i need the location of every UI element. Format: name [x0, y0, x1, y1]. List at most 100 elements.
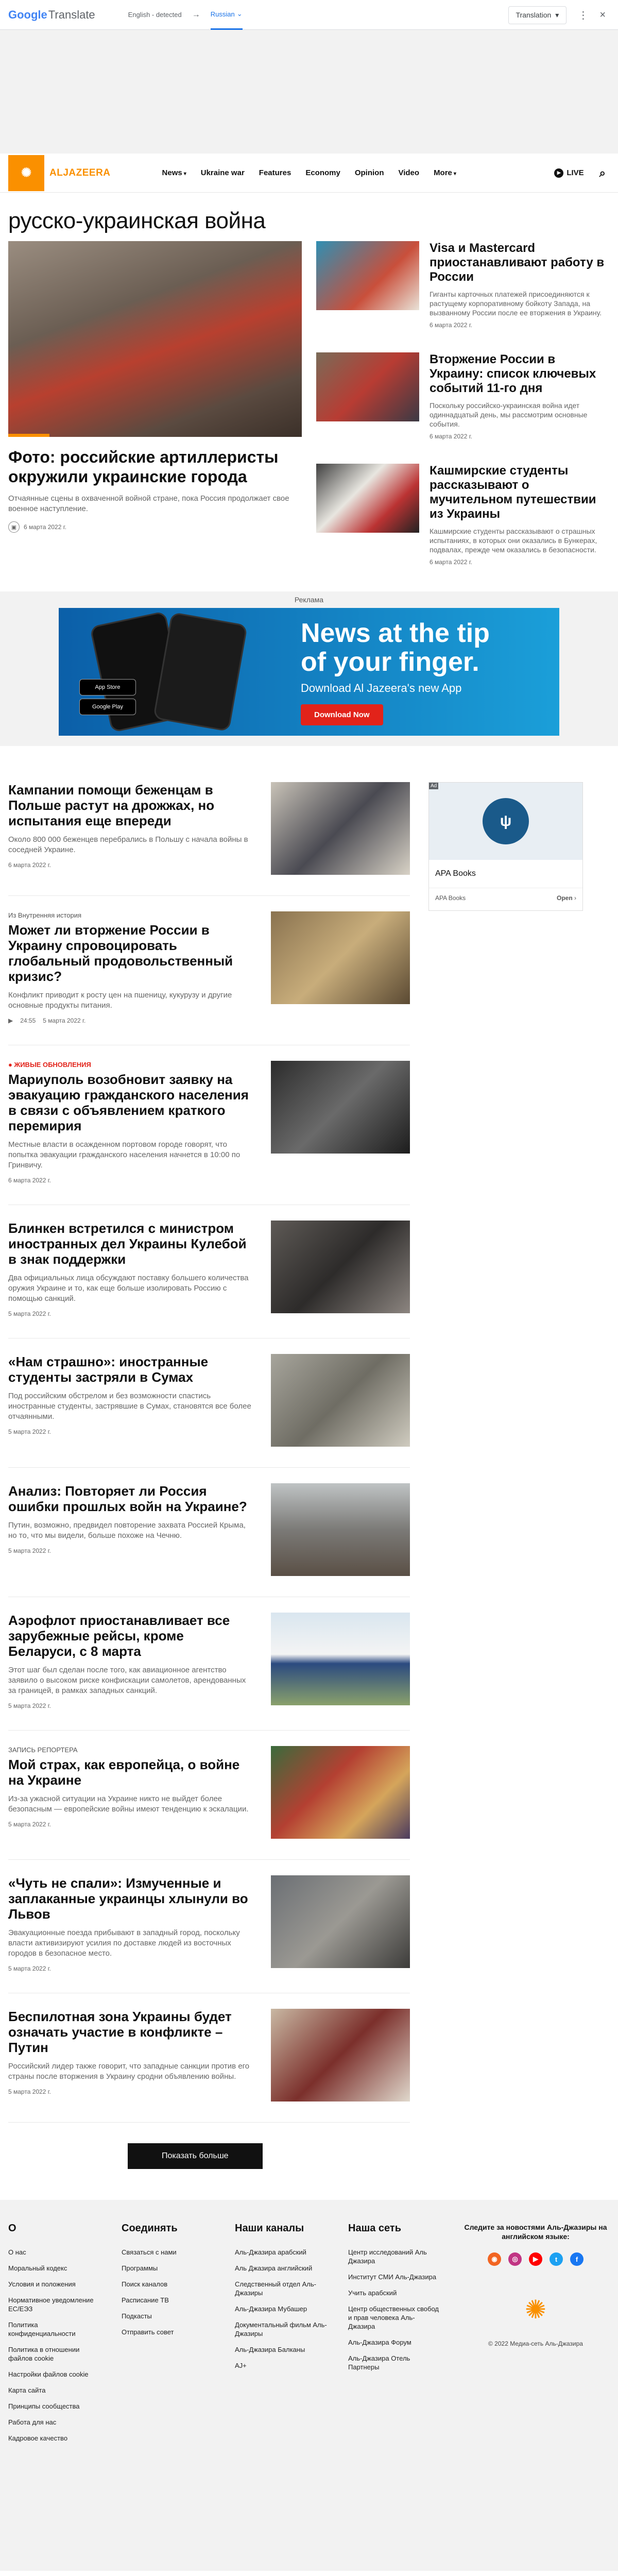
footer-link[interactable]: Аль-Джазира Мубашер [235, 2304, 328, 2313]
footer-link[interactable]: Центр исследований Аль Джазира [348, 2248, 441, 2265]
article-item[interactable]: «Нам страшно»: иностранные студенты заст… [8, 1354, 410, 1468]
article-title[interactable]: «Чуть не спали»: Измученные и заплаканны… [8, 1875, 253, 1922]
logo-text[interactable]: ALJAZEERA [49, 167, 111, 179]
footer-link[interactable]: Аль-Джазира Балканы [235, 2345, 328, 2354]
article-title[interactable]: Аэрофлот приостанавливает все зарубежные… [8, 1613, 253, 1659]
side-article[interactable]: Кашмирские студенты рассказывают о мучит… [316, 464, 610, 566]
nav-item-features[interactable]: Features [259, 168, 291, 177]
footer-link[interactable]: Программы [122, 2264, 214, 2273]
nav-item-ukraine-war[interactable]: Ukraine war [201, 168, 245, 177]
article-item[interactable]: Аэрофлот приостанавливает все зарубежные… [8, 1613, 410, 1731]
footer-link[interactable]: Нормативное уведомление ЕС/ЕЭЗ [8, 2296, 101, 2313]
article-item[interactable]: Блинкен встретился с министром иностранн… [8, 1221, 410, 1338]
article-image[interactable] [271, 1875, 410, 1968]
side-article-image[interactable] [316, 352, 419, 421]
close-icon[interactable]: × [599, 9, 606, 21]
aljazeera-footer-logo-icon[interactable]: ✺ [518, 2286, 554, 2333]
article-image[interactable] [271, 1061, 410, 1154]
footer-link[interactable]: Аль-Джазира арабский [235, 2248, 328, 2257]
footer-link[interactable]: Политика конфиденциальности [8, 2320, 101, 2338]
twitter-icon[interactable]: t [550, 2252, 563, 2266]
article-image[interactable] [271, 1613, 410, 1705]
footer-link[interactable]: Карта сайта [8, 2386, 101, 2395]
sidebar-ad[interactable]: Ad ψ APA Books APA Books Open › [428, 782, 583, 911]
article-title[interactable]: Беспилотная зона Украины будет означать … [8, 2009, 253, 2055]
facebook-icon[interactable]: f [570, 2252, 583, 2266]
article-image[interactable] [271, 782, 410, 875]
side-article-title[interactable]: Вторжение России в Украину: список ключе… [430, 352, 610, 396]
footer-link[interactable]: Связаться с нами [122, 2248, 214, 2257]
google-translate-logo[interactable]: Google Translate [8, 8, 95, 22]
nav-item-economy[interactable]: Economy [305, 168, 340, 177]
footer-link[interactable]: Принципы сообщества [8, 2402, 101, 2411]
article-image[interactable] [271, 1483, 410, 1576]
footer-link[interactable]: Расписание ТВ [122, 2296, 214, 2304]
article-kicker[interactable]: Из Внутренняя история [8, 911, 253, 919]
footer-link[interactable]: О нас [8, 2248, 101, 2257]
article-title[interactable]: Мой страх, как европейца, о войне на Укр… [8, 1757, 253, 1788]
footer-link[interactable]: Настройки файлов cookie [8, 2370, 101, 2379]
nav-item-more[interactable]: More ▾ [434, 168, 456, 177]
article-image[interactable] [271, 1221, 410, 1313]
footer-link[interactable]: Подкасты [122, 2312, 214, 2320]
nav-item-opinion[interactable]: Opinion [355, 168, 384, 177]
article-image[interactable] [271, 1746, 410, 1839]
rss-icon[interactable]: ◉ [488, 2252, 501, 2266]
nav-item-video[interactable]: Video [398, 168, 419, 177]
source-language[interactable]: English - detected [128, 11, 182, 19]
side-article[interactable]: Вторжение России в Украину: список ключе… [316, 352, 610, 448]
article-title[interactable]: Кампании помощи беженцам в Польше растут… [8, 782, 253, 828]
footer-link[interactable]: Политика в отношении файлов cookie [8, 2345, 101, 2363]
footer-link[interactable]: Моральный кодекс [8, 2264, 101, 2273]
footer-link[interactable]: Отправить совет [122, 2328, 214, 2336]
footer-link[interactable]: Учить арабский [348, 2289, 441, 2297]
side-article[interactable]: Visa и Mastercard приостанавливают работ… [316, 241, 610, 337]
article-item[interactable]: «Чуть не спали»: Измученные и заплаканны… [8, 1875, 410, 1993]
article-item[interactable]: ● ЖИВЫЕ ОБНОВЛЕНИЯ Мариуполь возобновит з… [8, 1061, 410, 1205]
app-store-badge[interactable]: App Store [79, 679, 136, 696]
translation-button[interactable]: Translation ▾ [508, 6, 567, 24]
article-kicker[interactable]: ЗАПИСЬ РЕПОРТЕРА [8, 1746, 253, 1754]
article-image[interactable] [271, 911, 410, 1004]
footer-link[interactable]: Следственный отдел Аль-Джазиры [235, 2280, 328, 2297]
article-title[interactable]: Может ли вторжение России в Украину спро… [8, 922, 253, 984]
article-item[interactable]: Кампании помощи беженцам в Польше растут… [8, 782, 410, 896]
live-button[interactable]: ▶ LIVE [554, 168, 584, 178]
article-image[interactable] [271, 2009, 410, 2102]
article-title[interactable]: Анализ: Повторяет ли Россия ошибки прошл… [8, 1483, 253, 1514]
hero-article[interactable]: Фото: российские артиллеристы окружили у… [8, 241, 302, 571]
nav-item-news[interactable]: News ▾ [162, 168, 186, 177]
footer-link[interactable]: Кадровое качество [8, 2434, 101, 2443]
target-language[interactable]: Russian ⌄ [210, 0, 243, 30]
footer-link[interactable]: Аль-Джазира Форум [348, 2338, 441, 2347]
show-more-button[interactable]: Показать больше [128, 2143, 263, 2169]
google-play-badge[interactable]: Google Play [79, 699, 136, 715]
article-item[interactable]: Из Внутренняя история Может ли вторжение … [8, 911, 410, 1045]
instagram-icon[interactable]: ◎ [508, 2252, 522, 2266]
footer-link[interactable]: Институт СМИ Аль-Джазира [348, 2273, 441, 2281]
footer-link[interactable]: Работа для нас [8, 2418, 101, 2427]
side-article-image[interactable] [316, 241, 419, 310]
article-item[interactable]: Анализ: Повторяет ли Россия ошибки прошл… [8, 1483, 410, 1597]
article-image[interactable] [271, 1354, 410, 1447]
aljazeera-logo-icon[interactable]: ✺ [8, 155, 44, 191]
side-article-image[interactable] [316, 464, 419, 533]
article-title[interactable]: Мариуполь возобновит заявку на эвакуацию… [8, 1072, 253, 1133]
hero-image[interactable] [8, 241, 302, 437]
footer-link[interactable]: Условия и положения [8, 2280, 101, 2289]
download-now-button[interactable]: Download Now [301, 704, 383, 725]
youtube-icon[interactable]: ▶ [529, 2252, 542, 2266]
more-options-icon[interactable]: ⋮ [578, 9, 588, 22]
footer-link[interactable]: Поиск каналов [122, 2280, 214, 2289]
app-banner-ad[interactable]: App Store Google Play News at the tip of … [59, 608, 559, 736]
footer-link[interactable]: Центр общественных свобод и прав человек… [348, 2304, 441, 2331]
article-title[interactable]: Блинкен встретился с министром иностранн… [8, 1221, 253, 1267]
article-title[interactable]: «Нам страшно»: иностранные студенты заст… [8, 1354, 253, 1385]
hero-title[interactable]: Фото: российские артиллеристы окружили у… [8, 447, 302, 486]
footer-link[interactable]: Документальный фильм Аль-Джазиры [235, 2320, 328, 2338]
article-item[interactable]: ЗАПИСЬ РЕПОРТЕРА Мой страх, как европейца… [8, 1746, 410, 1860]
footer-link[interactable]: Аль Джазира английский [235, 2264, 328, 2273]
search-icon[interactable]: ⌕ [599, 166, 606, 180]
ad-open-button[interactable]: Open › [557, 894, 576, 902]
article-item[interactable]: Беспилотная зона Украины будет означать … [8, 2009, 410, 2123]
